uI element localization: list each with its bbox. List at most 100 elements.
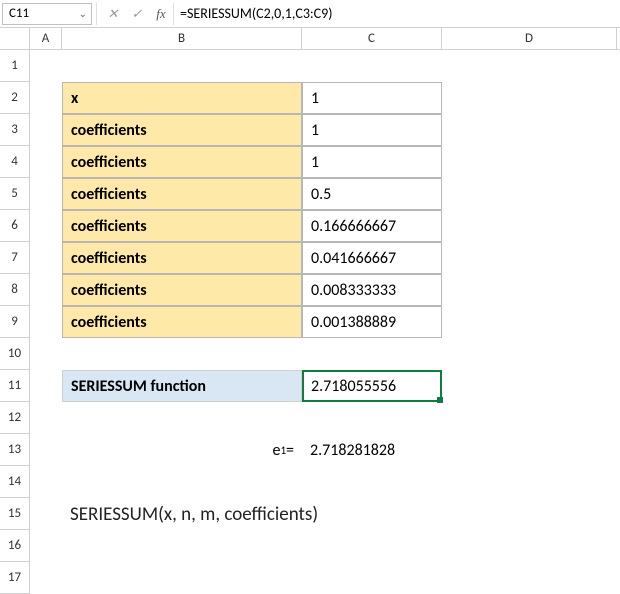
cell-a15[interactable] xyxy=(30,498,62,530)
cell-a17[interactable] xyxy=(30,562,62,594)
cell-c12[interactable] xyxy=(302,402,442,434)
cell-d13[interactable] xyxy=(442,434,617,466)
formula-input[interactable]: =SERIESSUM(C2,0,1,C3:C9) xyxy=(173,3,620,25)
formula-bar: C11 ⌄ ✕ ✓ fx =SERIESSUM(C2,0,1,C3:C9) xyxy=(0,0,620,28)
fill-handle[interactable] xyxy=(437,397,443,403)
row-header-8[interactable]: 8 xyxy=(0,274,30,306)
cell-d8[interactable] xyxy=(442,274,617,306)
cell-b7[interactable]: coefficients xyxy=(62,242,302,274)
row-header-9[interactable]: 9 xyxy=(0,306,30,338)
row-header-2[interactable]: 2 xyxy=(0,82,30,114)
chevron-down-icon[interactable]: ⌄ xyxy=(79,7,87,20)
cell-a9[interactable] xyxy=(30,306,62,338)
cell-d16[interactable] xyxy=(442,530,617,562)
row-11: 11 SERIESSUM function 2.718055556 xyxy=(0,370,620,402)
row-header-3[interactable]: 3 xyxy=(0,114,30,146)
cell-c7[interactable]: 0.041666667 xyxy=(302,242,442,274)
cell-b8[interactable]: coefficients xyxy=(62,274,302,306)
cell-d4[interactable] xyxy=(442,146,617,178)
cell-b4[interactable]: coefficients xyxy=(62,146,302,178)
cell-a13[interactable] xyxy=(30,434,62,466)
cell-c11-value: 2.718055556 xyxy=(311,377,396,396)
select-all-corner[interactable] xyxy=(0,28,30,49)
cell-c6[interactable]: 0.166666667 xyxy=(302,210,442,242)
cell-a6[interactable] xyxy=(30,210,62,242)
cell-c13[interactable]: 2.718281828 xyxy=(302,434,442,466)
cell-b1[interactable] xyxy=(62,50,302,82)
cell-c10[interactable] xyxy=(302,338,442,370)
cell-d2[interactable] xyxy=(442,82,617,114)
cell-b15[interactable]: SERIESSUM(x, n, m, coefficients) xyxy=(62,498,617,530)
cell-d17[interactable] xyxy=(442,562,617,594)
cell-a12[interactable] xyxy=(30,402,62,434)
row-14: 14 xyxy=(0,466,620,498)
cell-c5[interactable]: 0.5 xyxy=(302,178,442,210)
cell-a5[interactable] xyxy=(30,178,62,210)
cell-c16[interactable] xyxy=(302,530,442,562)
row-header-6[interactable]: 6 xyxy=(0,210,30,242)
cancel-icon[interactable]: ✕ xyxy=(101,3,125,25)
cell-a1[interactable] xyxy=(30,50,62,82)
cell-a10[interactable] xyxy=(30,338,62,370)
cell-a7[interactable] xyxy=(30,242,62,274)
row-header-10[interactable]: 10 xyxy=(0,338,30,370)
cell-b11[interactable]: SERIESSUM function xyxy=(62,370,302,402)
cell-b12[interactable] xyxy=(62,402,302,434)
cell-a14[interactable] xyxy=(30,466,62,498)
col-header-c[interactable]: C xyxy=(302,28,442,49)
row-header-5[interactable]: 5 xyxy=(0,178,30,210)
row-header-12[interactable]: 12 xyxy=(0,402,30,434)
cell-d11[interactable] xyxy=(442,370,617,402)
cell-c17[interactable] xyxy=(302,562,442,594)
cell-c9[interactable]: 0.001388889 xyxy=(302,306,442,338)
cell-d9[interactable] xyxy=(442,306,617,338)
name-box[interactable]: C11 ⌄ xyxy=(2,3,92,25)
cell-c11-selected[interactable]: 2.718055556 xyxy=(302,370,442,402)
row-header-11[interactable]: 11 xyxy=(0,370,30,402)
cell-b14[interactable] xyxy=(62,466,302,498)
cell-d1[interactable] xyxy=(442,50,617,82)
col-header-d[interactable]: D xyxy=(442,28,617,49)
cell-c3[interactable]: 1 xyxy=(302,114,442,146)
row-4: 4 coefficients 1 xyxy=(0,146,620,178)
fx-icon[interactable]: fx xyxy=(149,3,173,25)
cell-d12[interactable] xyxy=(442,402,617,434)
cell-b17[interactable] xyxy=(62,562,302,594)
cell-d5[interactable] xyxy=(442,178,617,210)
row-header-4[interactable]: 4 xyxy=(0,146,30,178)
cell-b6[interactable]: coefficients xyxy=(62,210,302,242)
enter-icon[interactable]: ✓ xyxy=(125,3,149,25)
cell-d6[interactable] xyxy=(442,210,617,242)
cell-c2[interactable]: 1 xyxy=(302,82,442,114)
cell-c14[interactable] xyxy=(302,466,442,498)
row-header-16[interactable]: 16 xyxy=(0,530,30,562)
cell-a3[interactable] xyxy=(30,114,62,146)
cell-b16[interactable] xyxy=(62,530,302,562)
row-header-13[interactable]: 13 xyxy=(0,434,30,466)
cell-c8[interactable]: 0.008333333 xyxy=(302,274,442,306)
row-header-15[interactable]: 15 xyxy=(0,498,30,530)
row-header-17[interactable]: 17 xyxy=(0,562,30,594)
cell-a2[interactable] xyxy=(30,82,62,114)
cell-d10[interactable] xyxy=(442,338,617,370)
cell-b5[interactable]: coefficients xyxy=(62,178,302,210)
cell-a4[interactable] xyxy=(30,146,62,178)
cell-b9[interactable]: coefficients xyxy=(62,306,302,338)
cell-a8[interactable] xyxy=(30,274,62,306)
cell-c1[interactable] xyxy=(302,50,442,82)
cell-c4[interactable]: 1 xyxy=(302,146,442,178)
cell-a16[interactable] xyxy=(30,530,62,562)
cell-b2[interactable]: x xyxy=(62,82,302,114)
cell-b10[interactable] xyxy=(62,338,302,370)
col-header-a[interactable]: A xyxy=(30,28,62,49)
row-header-7[interactable]: 7 xyxy=(0,242,30,274)
cell-a11[interactable] xyxy=(30,370,62,402)
col-header-b[interactable]: B xyxy=(62,28,302,49)
cell-d7[interactable] xyxy=(442,242,617,274)
cell-d14[interactable] xyxy=(442,466,617,498)
row-header-1[interactable]: 1 xyxy=(0,50,30,82)
cell-d3[interactable] xyxy=(442,114,617,146)
cell-b3[interactable]: coefficients xyxy=(62,114,302,146)
cell-b13[interactable]: e1 = xyxy=(62,434,302,466)
row-header-14[interactable]: 14 xyxy=(0,466,30,498)
